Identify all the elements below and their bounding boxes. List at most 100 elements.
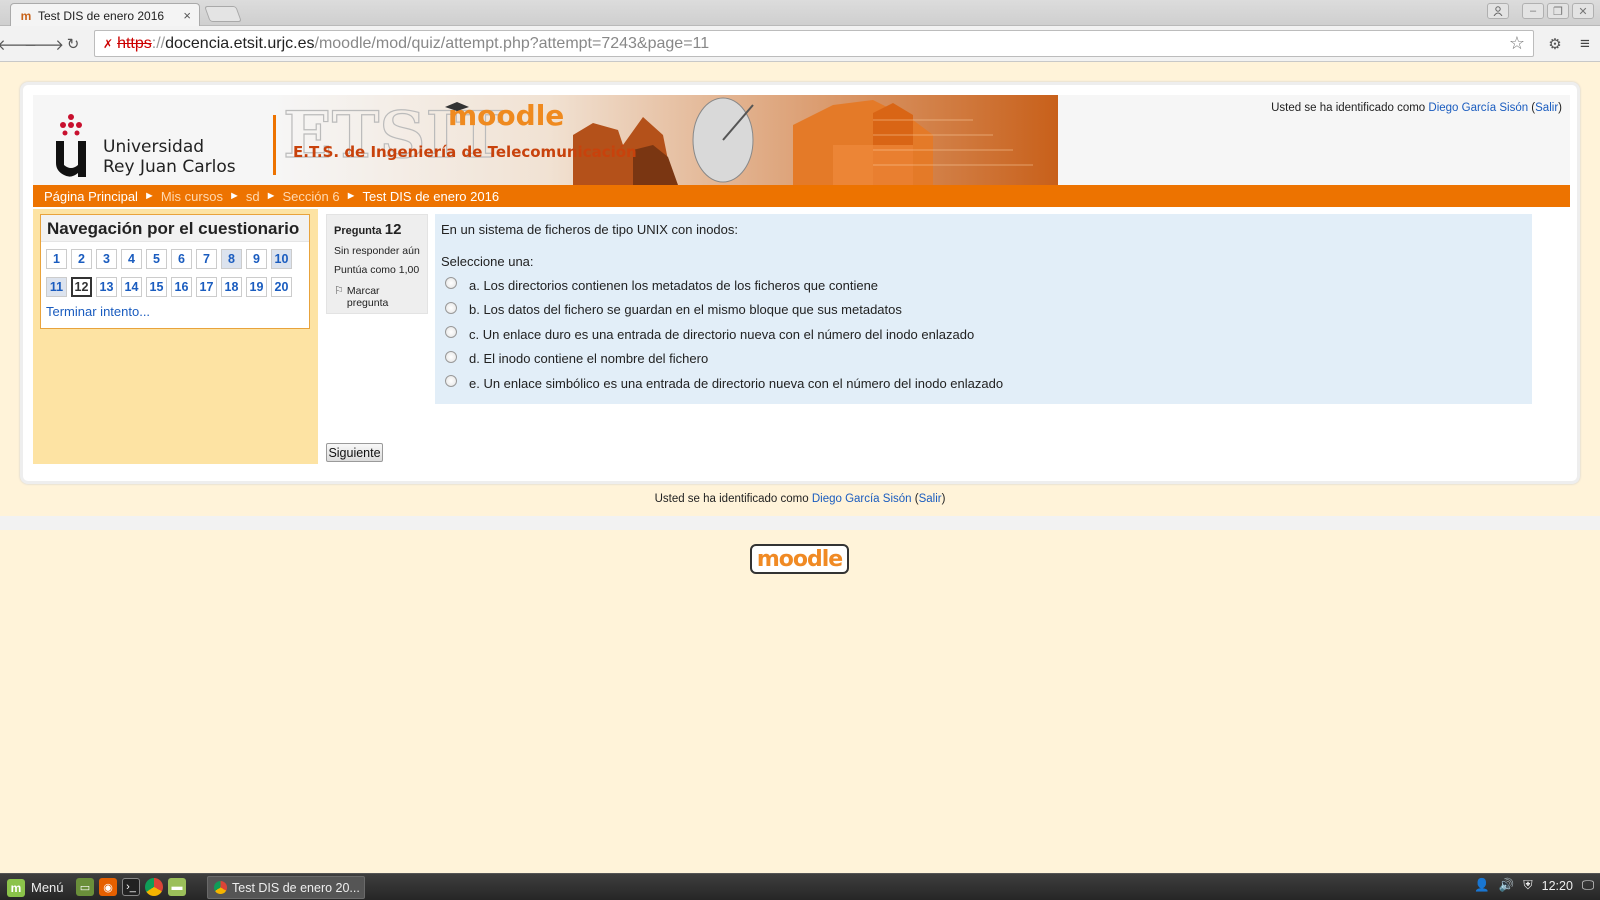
answer-option-d[interactable]: d. El inodo contiene el nombre del fiche… [441,347,1526,372]
minimize-icon[interactable]: ‒ [1522,3,1544,19]
breadcrumb-current: Test DIS de enero 2016 [362,188,500,204]
flag-icon: ⚐ [334,285,344,297]
question-label: Pregunta [334,225,382,237]
taskbar-window-button[interactable]: Test DIS de enero 20... [207,876,365,899]
taskbar-window-title: Test DIS de enero 20... [232,880,360,895]
footer-user-link[interactable]: Diego García Sisón [812,493,912,505]
shield-icon[interactable]: ⛨ [1523,878,1532,893]
flag-label-line2: pregunta [346,297,389,309]
question-info-box: Pregunta 12 Sin responder aún Puntúa com… [326,214,428,314]
radio-button[interactable] [445,350,457,363]
question-nav-button[interactable]: 7 [196,249,217,269]
breadcrumb-section[interactable]: Sección 6 [282,189,339,204]
question-nav-button[interactable]: 18 [221,277,242,297]
answer-label[interactable]: c. Un enlace duro es una entrada de dire… [469,327,974,342]
browser-toolbar: 🡐 🡒 ↻ ✗ https :// docencia.etsit.urjc.es… [0,26,1600,62]
firefox-icon[interactable]: ◉ [99,878,117,896]
reload-icon[interactable]: ↻ [63,34,83,54]
question-nav-button[interactable]: 10 [271,249,292,269]
restore-icon[interactable]: ❐ [1547,3,1569,19]
moodle-logo-link[interactable]: moodle [750,544,849,574]
close-tab-icon[interactable]: × [183,8,191,23]
moodle-badge-text: moodle [756,546,843,572]
question-status: Sin responder aún [334,245,420,257]
network-display-icon[interactable]: 🖵 [1582,878,1594,893]
radio-button[interactable] [445,277,457,290]
urjc-logo[interactable]: Universidad Rey Juan Carlos [53,113,253,179]
question-nav-button[interactable]: 6 [171,249,192,269]
university-line2: Rey Juan Carlos [103,157,236,177]
logout-link[interactable]: Salir [1535,102,1558,114]
window-controls: ‒ ❐ ✕ [1487,3,1594,19]
breadcrumb-separator-icon: ► [228,190,240,202]
answer-label[interactable]: d. El inodo contiene el nombre del fiche… [469,351,708,366]
breadcrumb: Página Principal ► Mis cursos ► sd ► Sec… [33,185,1570,207]
breadcrumb-my-courses[interactable]: Mis cursos [161,189,223,204]
answer-option-c[interactable]: c. Un enlace duro es una entrada de dire… [441,322,1526,347]
question-nav-button[interactable]: 2 [71,249,92,269]
extension-icon[interactable]: ⚙ [1543,32,1567,56]
browser-tab[interactable]: m Test DIS de enero 2016 × [10,3,200,27]
answer-label[interactable]: a. Los directorios contienen los metadat… [469,278,878,293]
user-profile-link[interactable]: Diego García Sisón [1428,102,1528,114]
urjc-emblem-icon [56,114,86,177]
moodle-favicon-icon: m [20,8,32,23]
next-page-button[interactable]: Siguiente [326,443,383,462]
sidebar: Navegación por el cuestionario 1 2 3 4 5… [33,209,318,464]
chrome-icon[interactable] [145,878,163,896]
answer-option-e[interactable]: e. Un enlace simbólico es una entrada de… [441,371,1526,396]
finish-attempt-link[interactable]: Terminar intento... [46,304,150,319]
footer-login-info: Usted se ha identificado como Diego Garc… [654,493,946,505]
question-nav-button[interactable]: 4 [121,249,142,269]
question-nav-button[interactable]: 20 [271,277,292,297]
question-nav-button[interactable]: 8 [221,249,242,269]
question-nav-button[interactable]: 3 [96,249,117,269]
question-nav-button[interactable]: 16 [171,277,192,297]
flag-question-toggle[interactable]: ⚐ Marcar pregunta [334,285,420,309]
volume-icon[interactable]: 🔊 [1499,878,1515,893]
answer-option-b[interactable]: b. Los datos del fichero se guardan en e… [441,298,1526,323]
login-prefix: Usted se ha identificado como [1271,102,1426,114]
breadcrumb-home[interactable]: Página Principal [44,189,138,204]
answer-label[interactable]: e. Un enlace simbólico es una entrada de… [469,376,1003,391]
insecure-lock-icon[interactable]: ✗ [103,37,113,51]
hamburger-menu-icon[interactable]: ≡ [1574,32,1596,56]
bookmark-star-icon[interactable]: ☆ [1509,33,1525,54]
breadcrumb-course[interactable]: sd [246,189,260,204]
user-tray-icon[interactable]: 👤 [1474,878,1490,893]
forward-arrow-icon[interactable]: 🡒 [24,34,64,54]
footer-logout-link[interactable]: Salir [919,493,942,505]
url-path: /moodle/mod/quiz/attempt.php?attempt=724… [314,34,710,52]
question-nav-button[interactable]: 17 [196,277,217,297]
question-nav-button[interactable]: 14 [121,277,142,297]
question-nav-button[interactable]: 1 [46,249,67,269]
user-profile-icon[interactable] [1487,3,1509,19]
new-tab-button[interactable] [204,6,242,22]
answer-label[interactable]: b. Los datos del fichero se guardan en e… [469,302,902,317]
radio-button[interactable] [445,301,457,314]
question-nav-button[interactable]: 9 [246,249,267,269]
close-window-icon[interactable]: ✕ [1572,3,1594,19]
breadcrumb-separator-icon: ► [265,190,277,202]
question-nav-button[interactable]: 15 [146,277,167,297]
clock[interactable]: 12:20 [1542,879,1573,893]
address-bar[interactable]: ✗ https :// docencia.etsit.urjc.es /mood… [94,30,1534,57]
flag-label: Marcar pregunta [347,285,388,309]
question-nav-button[interactable]: 13 [96,277,117,297]
show-desktop-icon[interactable]: ▭ [76,878,94,896]
answer-option-a[interactable]: a. Los directorios contienen los metadat… [441,273,1526,298]
radio-button[interactable] [445,375,457,388]
question-nav-button[interactable]: 19 [246,277,267,297]
question-nav-button-current[interactable]: 12 [71,277,92,297]
question-number: Pregunta 12 [334,221,420,238]
chrome-window-icon [214,881,227,894]
start-menu-button[interactable]: m Menú [3,877,68,898]
terminal-icon[interactable]: ›_ [122,878,140,896]
url-scheme: https [117,34,152,52]
footer-band [0,516,1600,530]
question-nav-button[interactable]: 5 [146,249,167,269]
files-folder-icon[interactable]: ▬ [168,878,186,896]
question-nav-button[interactable]: 11 [46,277,67,297]
radio-button[interactable] [445,326,457,339]
question-content: En un sistema de ficheros de tipo UNIX c… [435,214,1532,404]
